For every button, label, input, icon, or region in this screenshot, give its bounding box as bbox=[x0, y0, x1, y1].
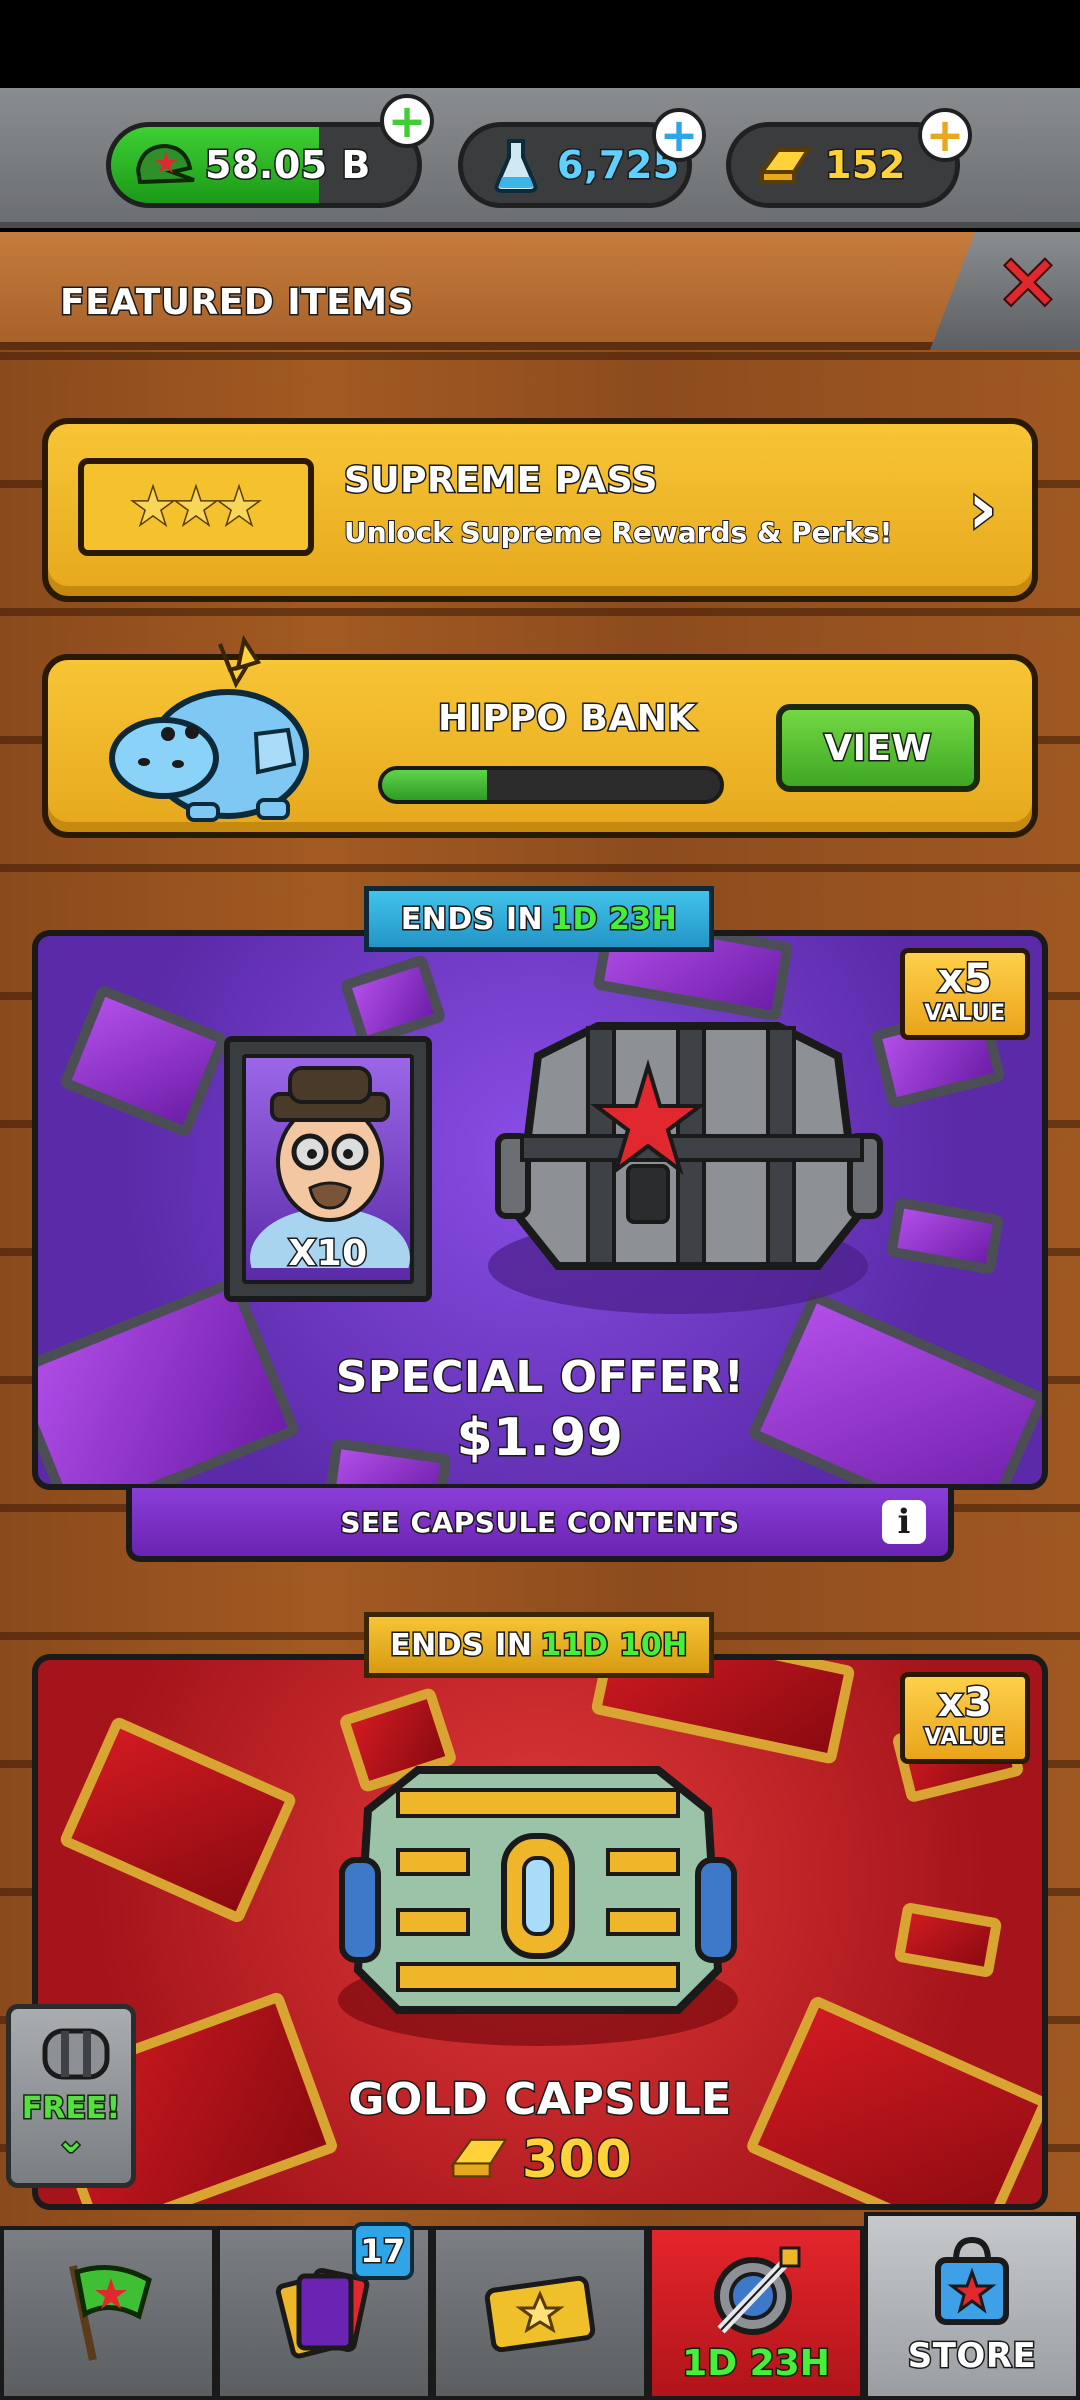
gold-capsule-panel[interactable]: x3 VALUE GOLD CAPSULE 300 bbox=[32, 1654, 1048, 2210]
supreme-pass-subtitle: Unlock Supreme Rewards & Perks! bbox=[343, 515, 893, 550]
gold-bar-icon bbox=[448, 2132, 508, 2195]
status-bar bbox=[0, 0, 1080, 88]
event-timer: 1D 23H bbox=[681, 2342, 832, 2386]
nav-map-tab[interactable] bbox=[0, 2226, 216, 2400]
deco-card bbox=[893, 1901, 1003, 1979]
hero-portrait: X10 bbox=[242, 1054, 414, 1308]
store-label: STORE bbox=[906, 2335, 1037, 2378]
gold-capsule-timer-ribbon: ENDS IN 11D 10H bbox=[364, 1612, 714, 1678]
close-button[interactable]: ✕ bbox=[992, 244, 1064, 324]
page-title: FEATURED ITEMS bbox=[58, 281, 415, 325]
bottom-nav: 17 1D 23H STORE bbox=[0, 2212, 1080, 2400]
value-badge: x3 VALUE bbox=[900, 1672, 1030, 1764]
hippo-piggy-bank-icon bbox=[108, 634, 318, 834]
army-cap-icon bbox=[129, 130, 199, 200]
info-icon[interactable]: i bbox=[882, 1500, 926, 1544]
special-offer-price[interactable]: $1.99 bbox=[38, 1407, 1042, 1470]
special-offer-panel[interactable]: X10 x5 VALUE SPECIAL OFFER! $1.99 bbox=[32, 930, 1048, 1490]
nav-store-tab[interactable]: STORE bbox=[864, 2212, 1080, 2400]
value-multiplier: x5 bbox=[936, 956, 993, 1002]
hippo-bank-progress-fill bbox=[382, 770, 487, 800]
gold-value: 152 bbox=[824, 142, 907, 189]
value-multiplier: x3 bbox=[936, 1680, 993, 1726]
cards-count-badge: 17 bbox=[352, 2222, 414, 2280]
deco-card bbox=[58, 1715, 298, 1925]
deco-card bbox=[339, 953, 447, 1049]
value-label: VALUE bbox=[923, 1725, 1007, 1750]
value-label: VALUE bbox=[923, 1001, 1007, 1026]
add-gold-button[interactable]: + bbox=[918, 108, 972, 162]
gold-bar-icon bbox=[749, 130, 819, 200]
value-badge: x5 VALUE bbox=[900, 948, 1030, 1040]
add-science-button[interactable]: + bbox=[652, 108, 706, 162]
sword-shield-icon bbox=[701, 2240, 811, 2344]
currency-bar: 58.05 B + 6,725 + 152 + bbox=[0, 88, 1080, 228]
nav-event-tab[interactable]: 1D 23H bbox=[648, 2226, 864, 2400]
deco-card bbox=[58, 983, 230, 1139]
gold-capsule-icon bbox=[328, 1750, 748, 2050]
special-offer-timer-ribbon: ENDS IN 1D 23H bbox=[364, 886, 714, 952]
steel-capsule-icon bbox=[478, 1016, 908, 1316]
hippo-bank-progress bbox=[378, 766, 724, 804]
nav-cards-tab[interactable]: 17 bbox=[216, 2222, 432, 2400]
cash-value: 58.05 B bbox=[204, 142, 372, 189]
card-count: X10 bbox=[287, 1232, 369, 1276]
ribbon-prefix: ENDS IN bbox=[389, 1626, 534, 1664]
ribbon-time: 1D 23H bbox=[550, 900, 679, 938]
flag-icon bbox=[53, 2256, 163, 2370]
nav-pass-tab[interactable] bbox=[432, 2226, 648, 2400]
gold-capsule-price[interactable]: 300 bbox=[38, 2129, 1042, 2195]
flask-icon bbox=[481, 130, 551, 200]
chevron-right-icon[interactable]: › bbox=[966, 465, 999, 552]
hippo-bank-banner: HIPPO BANK VIEW bbox=[42, 634, 1038, 838]
ribbon-time: 11D 10H bbox=[539, 1626, 689, 1664]
free-reward-button[interactable]: FREE! ⌄ bbox=[6, 2004, 136, 2188]
hippo-bank-title: HIPPO BANK bbox=[437, 697, 697, 741]
add-cash-button[interactable]: + bbox=[380, 94, 434, 148]
cash-counter: 58.05 B bbox=[106, 122, 422, 208]
supreme-pass-title: SUPREME PASS bbox=[343, 459, 660, 503]
contents-label: SEE CAPSULE CONTENTS bbox=[339, 1504, 741, 1540]
shopping-bag-icon bbox=[922, 2230, 1022, 2334]
supreme-pass-banner[interactable]: ★★★ SUPREME PASS Unlock Supreme Rewards … bbox=[42, 418, 1038, 602]
view-button[interactable]: VIEW bbox=[776, 704, 980, 792]
gold-capsule-price-value: 300 bbox=[520, 2129, 633, 2192]
ribbon-prefix: ENDS IN bbox=[399, 900, 544, 938]
gold-capsule-title: GOLD CAPSULE bbox=[347, 2073, 733, 2127]
capsule-icon bbox=[39, 2023, 113, 2085]
star-ticket-icon bbox=[480, 2266, 600, 2360]
chevron-down-icon: ⌄ bbox=[54, 2120, 87, 2161]
special-offer-title: SPECIAL OFFER! bbox=[334, 1351, 745, 1405]
hero-card: X10 bbox=[224, 1036, 432, 1308]
see-capsule-contents-button[interactable]: SEE CAPSULE CONTENTS i bbox=[126, 1488, 954, 1562]
stars-ticket-icon: ★★★ bbox=[78, 458, 314, 556]
